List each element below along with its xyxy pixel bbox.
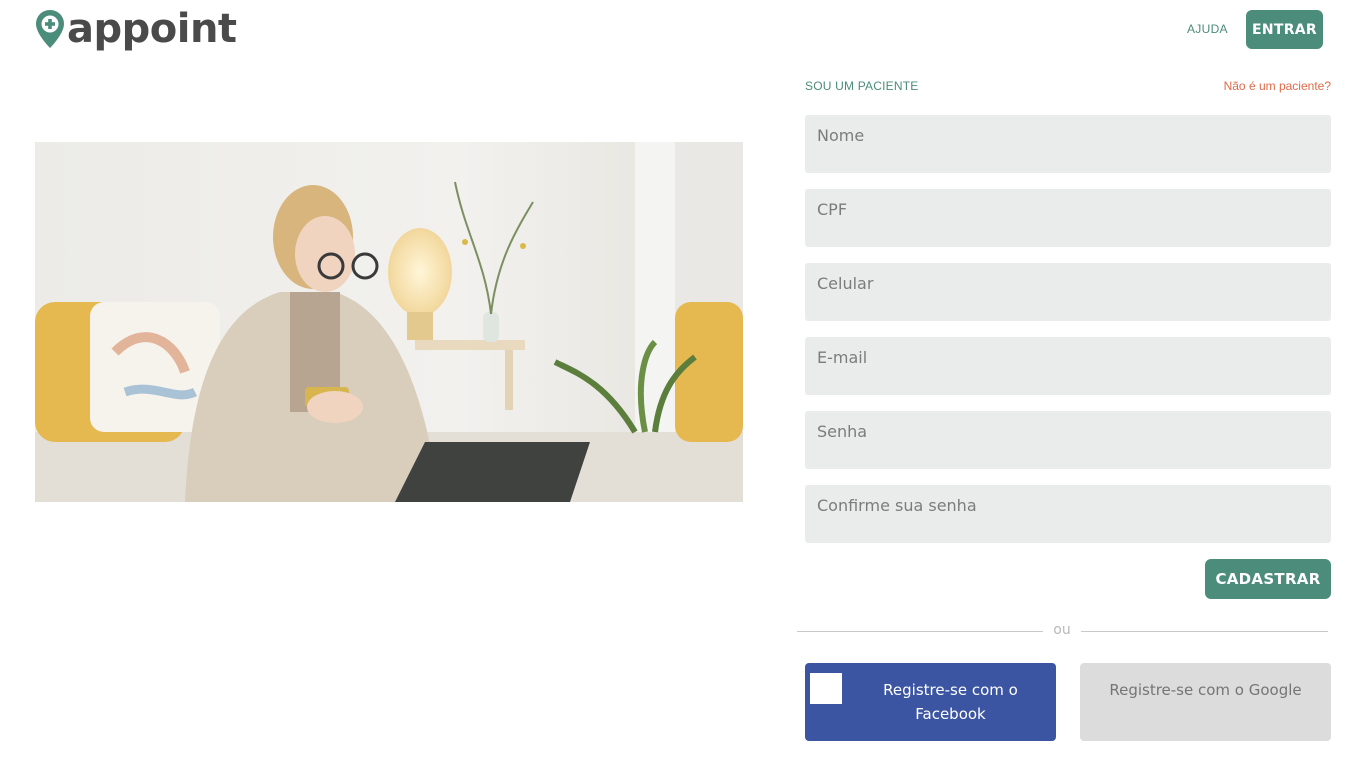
email-field[interactable] (805, 337, 1331, 395)
divider-text: ou (1053, 622, 1071, 638)
help-link[interactable]: AJUDA (1187, 22, 1228, 36)
facebook-register-button[interactable]: Registre-se com o Facebook (805, 663, 1056, 741)
location-pin-plus-icon (35, 9, 65, 49)
brand-name: appoint (67, 6, 237, 52)
phone-field[interactable] (805, 263, 1331, 321)
hero-image (35, 142, 743, 502)
name-field[interactable] (805, 115, 1331, 173)
or-divider: ou (797, 620, 1328, 642)
divider-line-right (1081, 631, 1328, 632)
not-patient-link[interactable]: Não é um paciente? (1224, 79, 1331, 93)
google-register-button[interactable]: Registre-se com o Google (1080, 663, 1331, 741)
cpf-field[interactable] (805, 189, 1331, 247)
login-button[interactable]: ENTRAR (1246, 10, 1323, 49)
register-button[interactable]: CADASTRAR (1205, 559, 1331, 599)
role-label: SOU UM PACIENTE (805, 79, 919, 93)
password-field[interactable] (805, 411, 1331, 469)
google-register-label: Registre-se com o Google (1109, 681, 1302, 699)
divider-line-left (797, 631, 1043, 632)
facebook-register-label: Registre-se com o Facebook (883, 681, 1018, 723)
facebook-icon (810, 673, 842, 704)
password-confirm-field[interactable] (805, 485, 1331, 543)
brand-logo[interactable]: appoint (35, 6, 237, 52)
form-header: SOU UM PACIENTE Não é um paciente? (805, 79, 1331, 95)
